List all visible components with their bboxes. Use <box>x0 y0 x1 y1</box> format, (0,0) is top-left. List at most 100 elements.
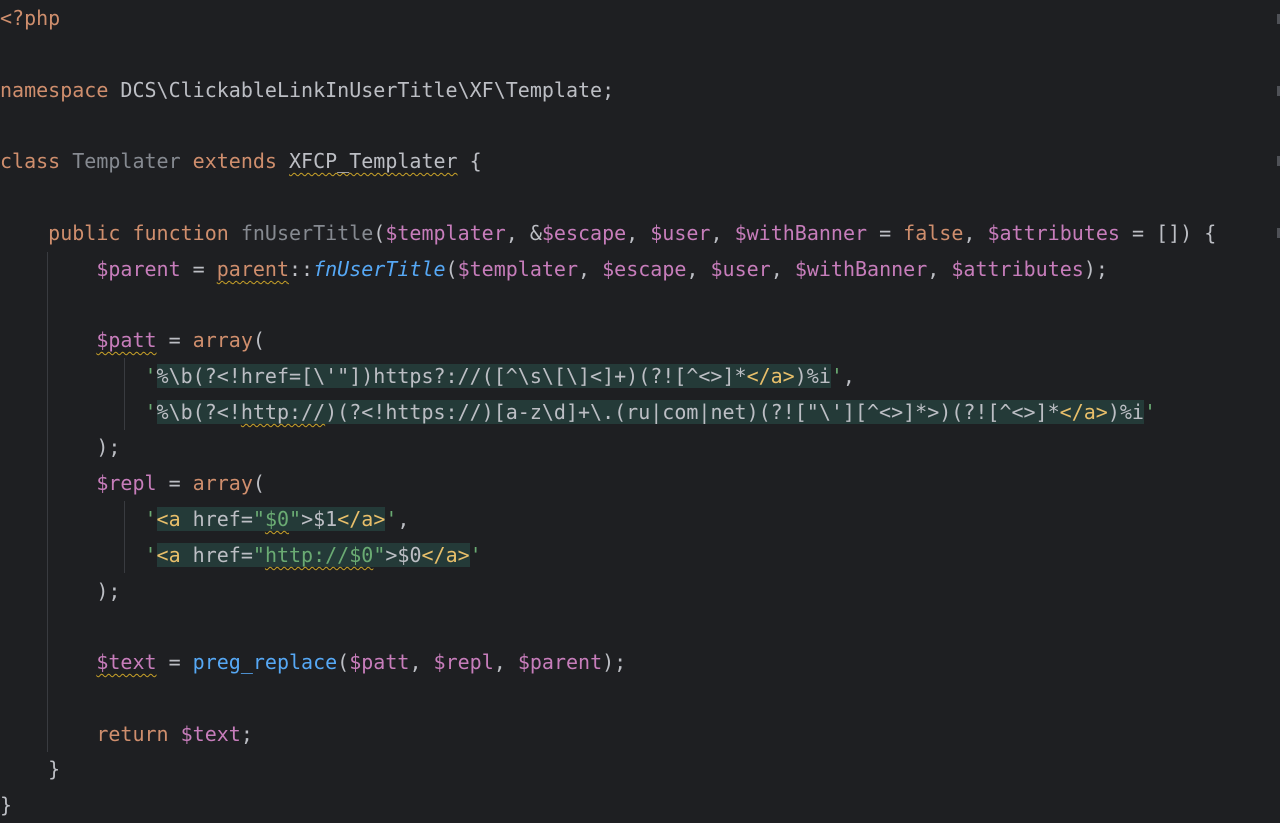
code-token: >$0 <box>385 543 422 567</box>
code-token: </a> <box>1059 400 1108 424</box>
code-token: ' <box>1143 400 1156 424</box>
code-token: ' <box>385 507 398 531</box>
code-token: fnUserTitle <box>313 257 446 281</box>
code-token: Templater <box>72 149 193 173</box>
code-token: ( <box>252 328 265 352</box>
code-token: array <box>192 328 253 352</box>
code-token: $user <box>710 257 771 281</box>
code-token: $patt <box>96 328 157 352</box>
code-line[interactable]: } <box>0 787 12 823</box>
code-token: $attributes <box>987 221 1120 245</box>
code-token: { <box>457 149 482 173</box>
code-line[interactable]: $patt = array( <box>0 322 265 358</box>
code-token: ( <box>445 257 458 281</box>
code-token: $patt <box>349 650 410 674</box>
code-token: $text <box>96 650 157 674</box>
code-token: , <box>686 257 711 281</box>
code-token: $attributes <box>951 257 1084 281</box>
code-line[interactable]: class Templater extends XFCP_Templater { <box>0 143 482 179</box>
code-token: " <box>373 543 386 567</box>
code-token: %\b(?<! <box>156 400 241 424</box>
code-token: ' <box>144 507 157 531</box>
code-token: $withBanner <box>794 257 928 281</box>
code-token: fnUserTitle <box>240 221 374 245</box>
code-token: )%i <box>1107 400 1144 424</box>
code-token: , <box>963 221 988 245</box>
code-token: preg_replace <box>192 650 338 674</box>
code-line[interactable]: } <box>0 751 60 787</box>
code-line[interactable]: <?php <box>0 0 60 36</box>
code-token: >$1 <box>301 507 338 531</box>
code-token: </a> <box>337 507 386 531</box>
code-token: href= <box>192 507 253 531</box>
code-token: , <box>842 364 855 388</box>
code-token: , & <box>505 221 542 245</box>
code-token: = <box>156 471 193 495</box>
code-token: = <box>156 650 193 674</box>
code-line[interactable]: '%\b(?<!http://)(?<!https://)[a-z\d]+\.(… <box>0 394 1156 430</box>
code-token: " <box>252 507 265 531</box>
code-token: false <box>903 221 964 245</box>
code-token: ' <box>830 364 843 388</box>
code-line[interactable]: return $text; <box>0 716 253 752</box>
code-token: , <box>770 257 795 281</box>
code-token: href= <box>192 543 253 567</box>
code-token: parent <box>216 257 289 281</box>
code-token: = <box>156 328 193 352</box>
code-token: , <box>493 650 518 674</box>
code-token: return <box>0 722 181 746</box>
code-line[interactable]: '<a href="http://$0">$0</a>' <box>0 537 482 573</box>
code-line[interactable]: public function fnUserTitle($templater, … <box>0 215 1216 251</box>
code-token: , <box>710 221 735 245</box>
code-line[interactable]: '<a href="$0">$1</a>', <box>0 501 409 537</box>
code-token: ); <box>0 579 121 603</box>
code-editor[interactable]: <?php namespace DCS\ClickableLinkInUserTi… <box>0 0 1280 823</box>
code-token: :: <box>289 257 314 281</box>
code-line[interactable]: ); <box>0 429 120 465</box>
code-token: $withBanner <box>734 221 868 245</box>
code-line[interactable]: $text = preg_replace($patt, $repl, $pare… <box>0 644 626 680</box>
code-token: $0 <box>264 507 290 531</box>
code-token: $text <box>180 722 241 746</box>
code-token: ); <box>0 435 121 459</box>
code-token: %\b(?<!href=[\'"])https?://([^\s\[\]<]+)… <box>156 364 747 388</box>
code-token: $parent <box>517 650 603 674</box>
code-line[interactable]: '%\b(?<!href=[\'"])https?://([^\s\[\]<]+… <box>0 358 855 394</box>
code-token: ' <box>144 364 157 388</box>
code-token: ' <box>469 543 482 567</box>
code-token: ( <box>337 650 350 674</box>
code-token: <a <box>156 507 193 531</box>
code-token: ( <box>252 471 265 495</box>
code-token: $escape <box>602 257 687 281</box>
code-token: <?php <box>0 6 61 30</box>
code-token: $templater <box>385 221 506 245</box>
code-token: $repl <box>433 650 494 674</box>
code-token: } <box>0 757 61 781</box>
code-token: = <box>867 221 904 245</box>
code-token: )(?<!https://)[a-z\d]+\.(ru|com|net)(?![… <box>325 400 1060 424</box>
code-line[interactable]: $repl = array( <box>0 465 265 501</box>
code-token: $user <box>650 221 711 245</box>
code-line[interactable]: namespace DCS\ClickableLinkInUserTitle\X… <box>0 72 614 108</box>
code-token: , <box>578 257 603 281</box>
code-line[interactable]: $parent = parent::fnUserTitle($templater… <box>0 251 1108 287</box>
code-token: = []) { <box>1119 221 1217 245</box>
code-token: , <box>927 257 952 281</box>
code-token: , <box>626 221 651 245</box>
code-line[interactable]: ); <box>0 573 120 609</box>
code-token: namespace <box>0 78 121 102</box>
code-token: <a <box>156 543 193 567</box>
code-token: public function <box>0 221 241 245</box>
code-token: class <box>0 149 73 173</box>
code-token: XFCP_Templater <box>289 149 458 173</box>
code-token: ' <box>144 400 157 424</box>
code-token: </a> <box>746 364 795 388</box>
code-token: http:// <box>240 400 326 424</box>
code-token: </a> <box>421 543 470 567</box>
code-token: extends <box>192 149 289 173</box>
